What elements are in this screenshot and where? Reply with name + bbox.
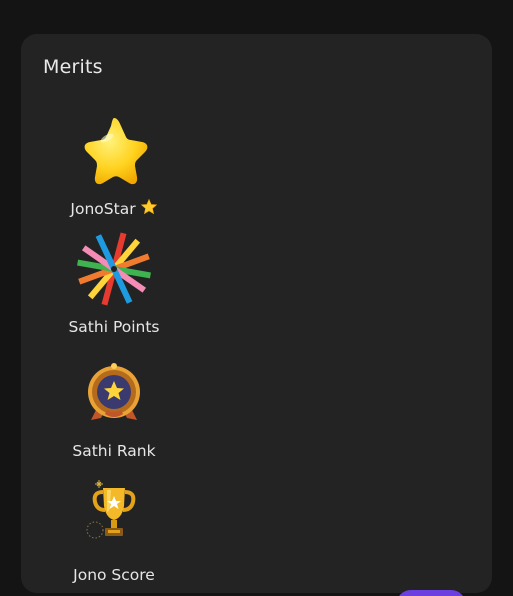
merit-item-sathi-points[interactable]: Sathi Points (54, 224, 174, 336)
starburst-icon (77, 232, 151, 306)
merit-item-jonostar[interactable]: JonoStar (54, 104, 174, 218)
screen: Merits JonoStar Sathi Points Sathi Rank … (0, 0, 513, 596)
merit-label-jonostar: JonoStar (70, 200, 136, 218)
merit-item-sathi-rank[interactable]: Sathi Rank (54, 348, 174, 460)
merits-card: Merits JonoStar Sathi Points Sathi Rank … (21, 34, 492, 593)
card-title: Merits (43, 56, 103, 78)
trophy-icon (86, 480, 136, 539)
merit-label-sathi-points: Sathi Points (68, 318, 160, 336)
star-icon (84, 118, 148, 185)
rank-medal-icon (88, 363, 140, 420)
merit-item-jono-score[interactable]: Jono Score (54, 472, 174, 584)
merit-label-jono-score: Jono Score (73, 566, 155, 584)
star-emoji-icon (140, 198, 157, 215)
floating-action-button[interactable] (396, 590, 466, 596)
merit-label-sathi-rank: Sathi Rank (72, 442, 156, 460)
